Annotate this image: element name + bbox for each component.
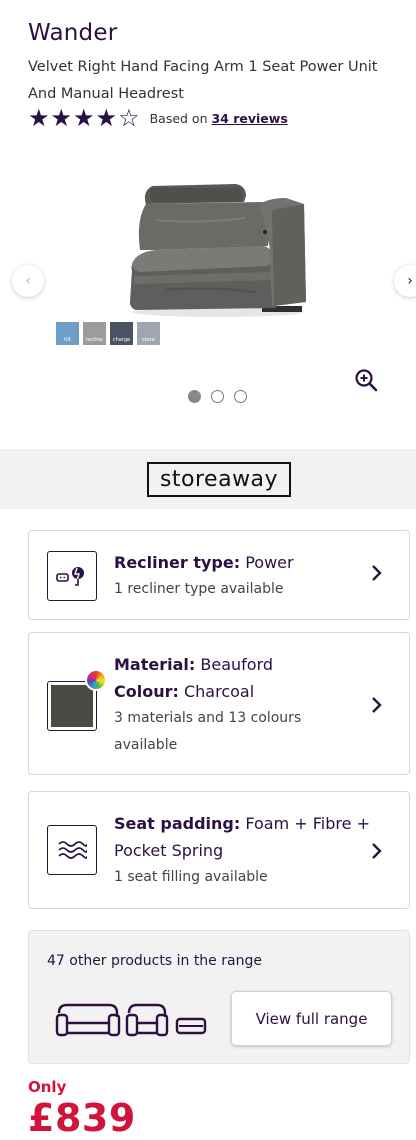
pagination-dot[interactable]: [188, 390, 201, 403]
star-full-icon: ★: [50, 104, 73, 132]
star-empty-icon: ☆: [118, 104, 140, 132]
reviews-text: Based on 34 reviews: [150, 111, 288, 126]
rating-row: ★ ★ ★ ★ ☆ Based on 34 reviews: [28, 106, 288, 130]
pagination-dot[interactable]: [234, 390, 247, 403]
seat-padding-card[interactable]: Seat padding: Foam + Fibre + Pocket Spri…: [28, 791, 410, 909]
thumbnail-store[interactable]: store: [137, 322, 160, 345]
zoom-in-icon[interactable]: [354, 368, 378, 392]
thumbnail-charge[interactable]: charge: [110, 322, 133, 345]
price-amount: £839: [28, 1096, 136, 1140]
option-label: Colour:: [114, 682, 179, 701]
option-value: Power: [245, 553, 294, 572]
star-rating: ★ ★ ★ ★ ☆: [28, 106, 140, 130]
chevron-right-icon: ›: [407, 273, 413, 289]
range-count-text: 47 other products in the range: [47, 953, 262, 969]
star-full-icon: ★: [73, 104, 95, 132]
power-plug-icon: [47, 551, 97, 601]
storeaway-banner: storeaway: [0, 449, 416, 509]
thumbnail-tilt[interactable]: tilt: [56, 322, 79, 345]
view-full-range-button[interactable]: View full range: [231, 991, 392, 1046]
chevron-right-icon: [371, 841, 383, 865]
storeaway-logo: storeaway: [147, 462, 291, 497]
feature-thumbnails: tilt recline charge store: [56, 322, 160, 345]
material-colour-text: Material: Beauford Colour: Charcoal 3 ma…: [114, 651, 364, 759]
gallery-prev-button[interactable]: ‹: [12, 265, 44, 297]
option-label: Recliner type:: [114, 553, 241, 572]
chevron-right-icon: [371, 563, 383, 587]
product-range-box: 47 other products in the range View full…: [28, 930, 410, 1064]
gallery-pagination: [188, 390, 247, 403]
reviews-prefix: Based on: [149, 110, 208, 126]
option-value: Beauford: [200, 655, 274, 674]
product-image: [130, 184, 306, 317]
star-full-icon: ★: [28, 104, 50, 132]
thumbnail-recline[interactable]: recline: [83, 322, 106, 345]
star-full-icon: ★: [95, 104, 118, 132]
gallery-next-button[interactable]: ›: [394, 265, 416, 297]
option-value: Charcoal: [183, 682, 255, 701]
recliner-type-text: Recliner type: Power 1 recliner type ava…: [114, 549, 364, 603]
product-title: Wander: [28, 20, 118, 46]
option-label: Seat padding:: [114, 814, 241, 833]
product-subtitle: Velvet Right Hand Facing Arm 1 Seat Powe…: [28, 59, 378, 102]
reviews-link[interactable]: 34 reviews: [211, 111, 287, 126]
recliner-type-card[interactable]: Recliner type: Power 1 recliner type ava…: [28, 530, 410, 620]
seat-padding-text: Seat padding: Foam + Fibre + Pocket Spri…: [114, 810, 376, 891]
option-availability: 1 recliner type available: [114, 581, 284, 597]
pagination-dot[interactable]: [211, 390, 224, 403]
price-prefix: Only: [28, 1078, 67, 1096]
furniture-range-icon: [55, 1003, 207, 1037]
option-availability: 3 materials and 13 colours available: [114, 710, 302, 753]
waves-icon: [47, 825, 97, 875]
image-gallery[interactable]: ‹ tilt recline charge store ›: [0, 160, 416, 420]
option-label: Material:: [114, 655, 196, 674]
chevron-right-icon: [371, 695, 383, 719]
material-colour-card[interactable]: Material: Beauford Colour: Charcoal 3 ma…: [28, 632, 410, 775]
chevron-left-icon: ‹: [25, 273, 31, 289]
option-availability: 1 seat filling available: [114, 869, 268, 885]
colour-wheel-icon: [85, 669, 107, 691]
